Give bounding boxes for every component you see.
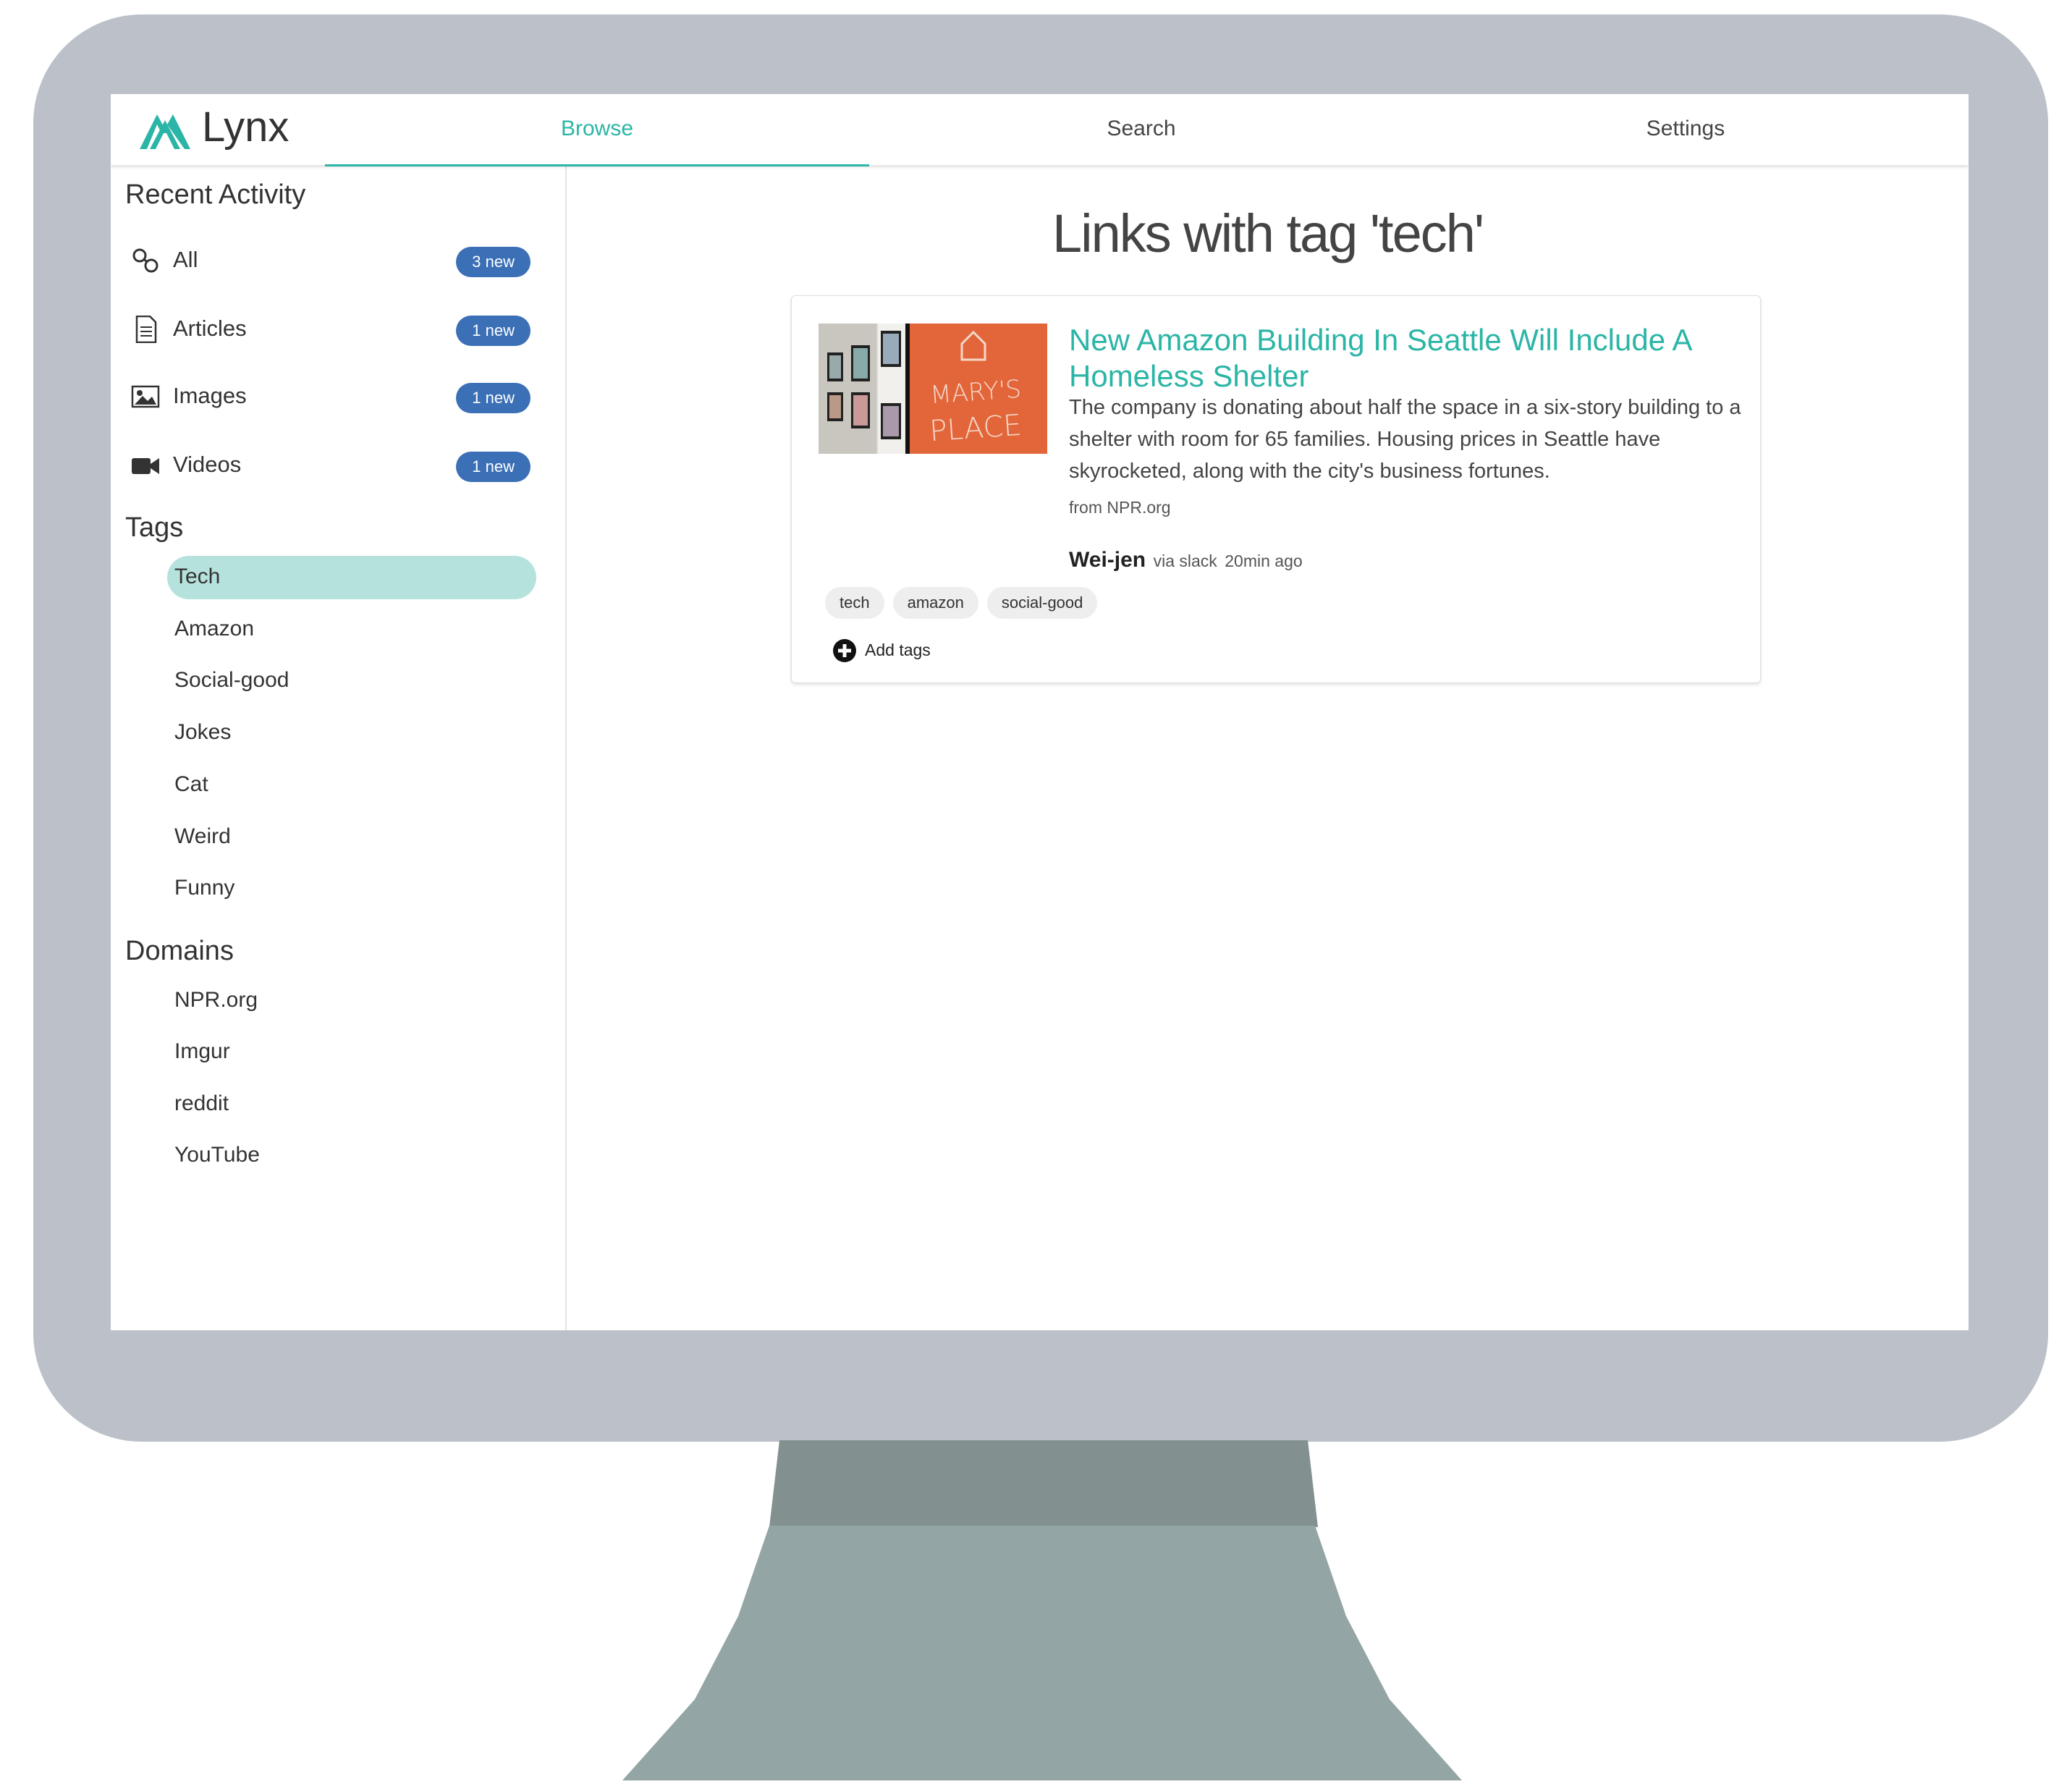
app-screen: Lynx Browse Search Settings Recent Activ… xyxy=(111,94,1969,1330)
recent-activity-heading: Recent Activity xyxy=(125,179,306,210)
tag-item-jokes[interactable]: Jokes xyxy=(167,711,536,755)
sidebar-item-images[interactable]: Images 1 new xyxy=(125,377,530,416)
domain-item-youtube[interactable]: YouTube xyxy=(167,1134,536,1178)
link-icon xyxy=(132,248,158,273)
tag-label: Social-good xyxy=(174,668,289,692)
tag-label: Amazon xyxy=(174,617,255,641)
link-description: The company is donating about half the s… xyxy=(1069,396,1741,483)
sidebar-item-label: All xyxy=(173,247,198,272)
new-count-badge: 1 new xyxy=(456,316,530,346)
domain-label: YouTube xyxy=(174,1143,260,1167)
sign-text-line-2: PLACE xyxy=(929,409,1023,449)
document-icon xyxy=(135,316,157,343)
monitor-stand xyxy=(622,1526,1462,1780)
via-source: via slack xyxy=(1153,551,1217,570)
tag-label: Funny xyxy=(174,876,235,900)
tag-item-cat[interactable]: Cat xyxy=(167,764,536,807)
plus-circle-icon xyxy=(833,639,856,662)
tab-search[interactable]: Search xyxy=(869,94,1413,164)
tag-item-social-good[interactable]: Social-good xyxy=(167,659,536,703)
tag-item-weird[interactable]: Weird xyxy=(167,816,536,859)
tag-label: Tech xyxy=(174,565,221,588)
domain-item-npr[interactable]: NPR.org xyxy=(167,979,536,1023)
tag-item-tech[interactable]: Tech xyxy=(167,556,536,599)
new-count-badge: 1 new xyxy=(456,383,530,413)
new-count-badge: 1 new xyxy=(456,452,530,482)
tags-heading: Tags xyxy=(125,512,184,543)
monitor-neck xyxy=(769,1440,1318,1527)
link-card: MARY'S PLACE New Amazon Building In Seat… xyxy=(791,295,1761,683)
tag-chip-tech[interactable]: tech xyxy=(825,587,884,619)
sidebar-item-label: Images xyxy=(173,383,247,408)
tag-chip-social-good[interactable]: social-good xyxy=(986,587,1098,619)
sidebar-item-label: Videos xyxy=(173,452,242,477)
tag-label: Cat xyxy=(174,772,208,796)
sidebar: Recent Activity All 3 new Articles 1 new xyxy=(111,165,567,1330)
sidebar-item-label: Articles xyxy=(173,316,247,341)
video-camera-icon xyxy=(132,458,159,474)
domain-item-imgur[interactable]: Imgur xyxy=(167,1031,536,1074)
lynx-logo-icon xyxy=(140,114,190,149)
tag-label: Jokes xyxy=(174,720,232,744)
image-icon xyxy=(131,385,160,408)
author-name[interactable]: Wei-jen xyxy=(1069,548,1146,572)
tab-settings[interactable]: Settings xyxy=(1413,94,1958,164)
domain-label: NPR.org xyxy=(174,988,258,1012)
tag-item-funny[interactable]: Funny xyxy=(167,867,536,910)
sidebar-item-articles[interactable]: Articles 1 new xyxy=(125,310,530,349)
tab-browse[interactable]: Browse xyxy=(325,94,869,166)
sidebar-item-all[interactable]: All 3 new xyxy=(125,241,530,280)
link-meta: Wei-jen via slack 20min ago xyxy=(1069,548,1303,572)
domain-label: reddit xyxy=(174,1091,229,1115)
timestamp: 20min ago xyxy=(1225,551,1303,570)
page-title: Links with tag 'tech' xyxy=(1052,203,1484,263)
sidebar-item-videos[interactable]: Videos 1 new xyxy=(125,446,530,485)
tag-chip-amazon[interactable]: amazon xyxy=(892,587,978,619)
top-nav-bar: Lynx Browse Search Settings xyxy=(111,94,1969,166)
link-source: from NPR.org xyxy=(1069,498,1171,517)
app-name: Lynx xyxy=(202,103,289,151)
link-tags: tech amazon social-good xyxy=(825,587,1106,619)
link-thumbnail-image[interactable]: MARY'S PLACE xyxy=(819,324,1047,454)
new-count-badge: 3 new xyxy=(456,247,530,277)
domain-item-reddit[interactable]: reddit xyxy=(167,1083,536,1126)
add-tags-label: Add tags xyxy=(865,641,931,659)
tag-item-amazon[interactable]: Amazon xyxy=(167,608,536,651)
domain-label: Imgur xyxy=(174,1039,230,1063)
tag-label: Weird xyxy=(174,824,231,848)
domains-heading: Domains xyxy=(125,936,234,966)
link-title[interactable]: New Amazon Building In Seattle Will Incl… xyxy=(1069,322,1720,394)
